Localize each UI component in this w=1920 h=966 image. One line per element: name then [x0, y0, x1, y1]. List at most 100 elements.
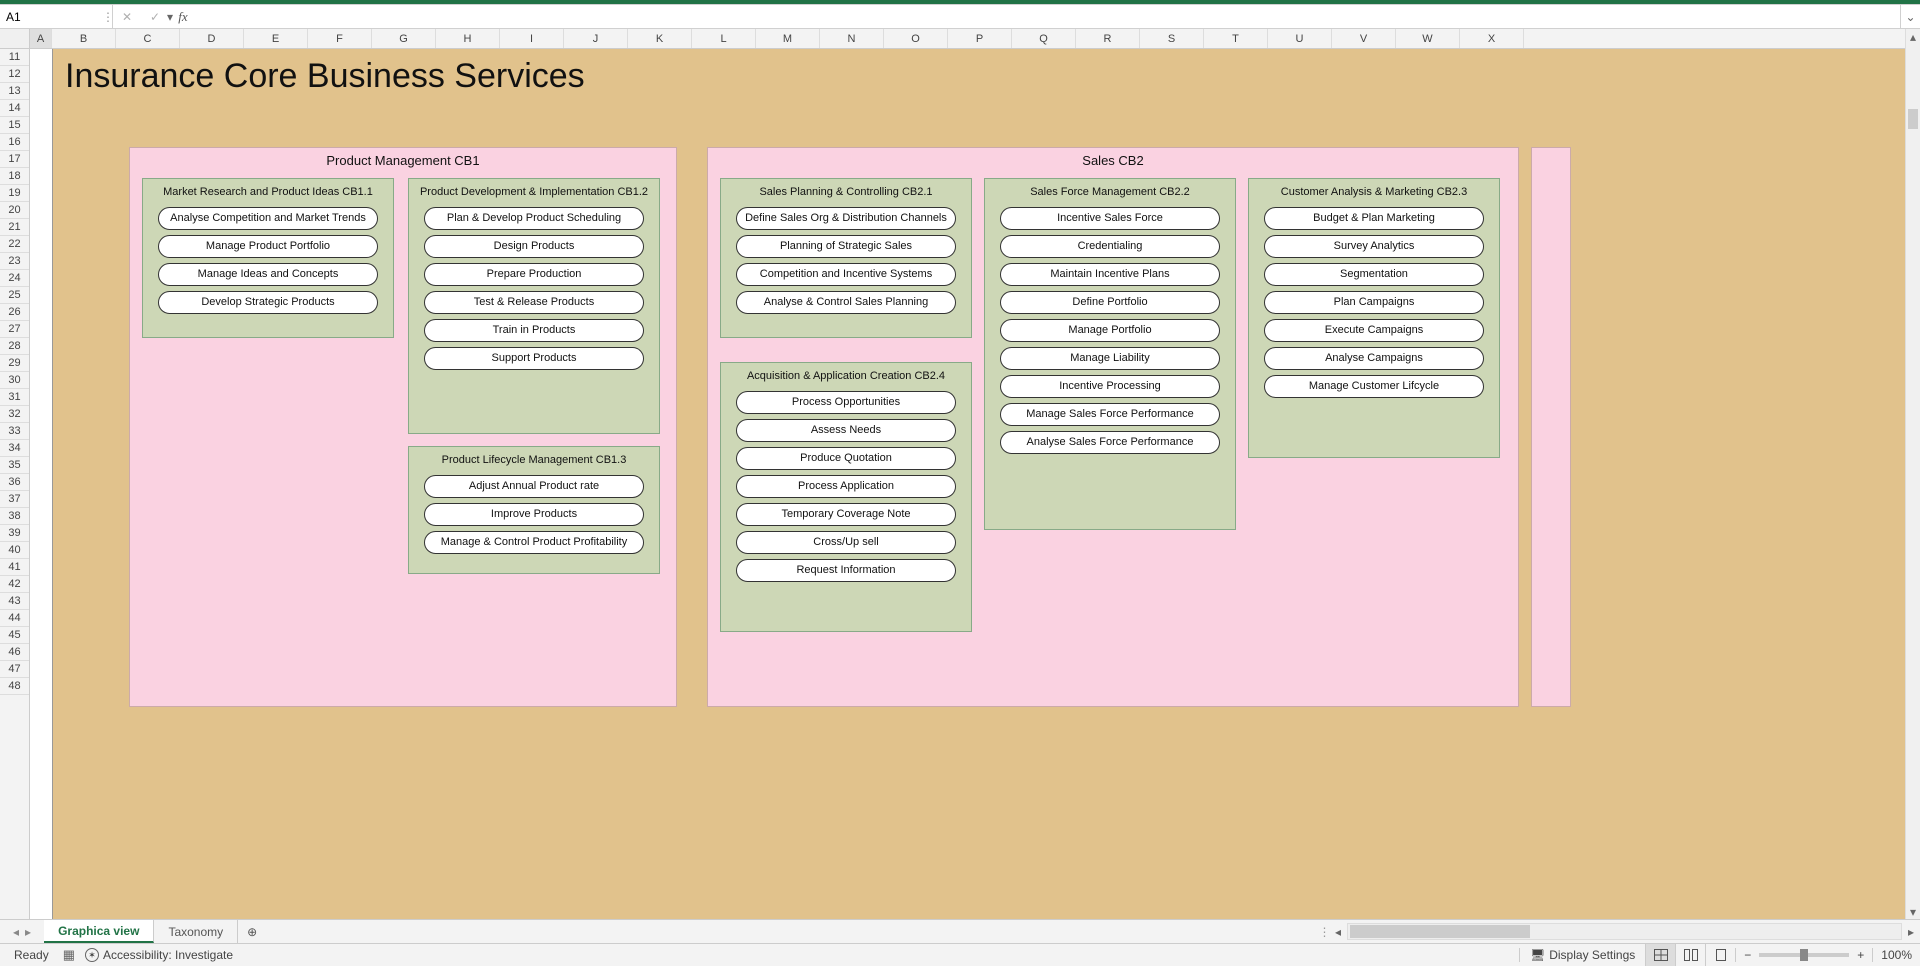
horizontal-scrollbar[interactable]: ⋮ ◂ ▸	[1320, 920, 1920, 943]
column-header-I[interactable]: I	[500, 29, 564, 48]
select-all-corner[interactable]	[0, 29, 30, 49]
sheet-canvas[interactable]: Insurance Core Business Services Product…	[30, 49, 1905, 919]
row-header-39[interactable]: 39	[0, 525, 29, 542]
row-header-45[interactable]: 45	[0, 627, 29, 644]
sheet-nav-buttons[interactable]: ◂▸	[0, 920, 44, 943]
row-header-30[interactable]: 30	[0, 372, 29, 389]
capability-pill[interactable]: Incentive Sales Force	[1000, 207, 1220, 230]
row-header-37[interactable]: 37	[0, 491, 29, 508]
row-header-46[interactable]: 46	[0, 644, 29, 661]
formula-bar-expand[interactable]: ⌄	[1900, 5, 1920, 28]
capability-pill[interactable]: Plan Campaigns	[1264, 291, 1484, 314]
zoom-control[interactable]: − +	[1735, 948, 1872, 962]
capability-pill[interactable]: Manage Sales Force Performance	[1000, 403, 1220, 426]
column-header-R[interactable]: R	[1076, 29, 1140, 48]
row-header-26[interactable]: 26	[0, 304, 29, 321]
capability-pill[interactable]: Prepare Production	[424, 263, 644, 286]
capability-pill[interactable]: Process Application	[736, 475, 956, 498]
column-header-H[interactable]: H	[436, 29, 500, 48]
row-header-22[interactable]: 22	[0, 236, 29, 253]
row-header-40[interactable]: 40	[0, 542, 29, 559]
row-header-33[interactable]: 33	[0, 423, 29, 440]
macro-recorder-icon[interactable]: ▦	[63, 947, 75, 963]
capability-pill[interactable]: Define Portfolio	[1000, 291, 1220, 314]
hscroll-thumb[interactable]	[1350, 925, 1530, 938]
row-header-34[interactable]: 34	[0, 440, 29, 457]
vertical-scrollbar[interactable]: ▴ ▾	[1905, 29, 1920, 919]
capability-pill[interactable]: Plan & Develop Product Scheduling	[424, 207, 644, 230]
capability-pill[interactable]: Credentialing	[1000, 235, 1220, 258]
capability-pill[interactable]: Cross/Up sell	[736, 531, 956, 554]
row-header-16[interactable]: 16	[0, 134, 29, 151]
capability-pill[interactable]: Analyse Competition and Market Trends	[158, 207, 378, 230]
capability-pill[interactable]: Train in Products	[424, 319, 644, 342]
sheet-tab-graphica-view[interactable]: Graphica view	[44, 920, 154, 943]
column-header-C[interactable]: C	[116, 29, 180, 48]
add-sheet-button[interactable]: ⊕	[238, 920, 266, 943]
row-header-28[interactable]: 28	[0, 338, 29, 355]
capability-pill[interactable]: Process Opportunities	[736, 391, 956, 414]
zoom-out-button[interactable]: −	[1744, 948, 1751, 962]
zoom-thumb[interactable]	[1800, 949, 1808, 961]
scroll-up-button[interactable]: ▴	[1906, 29, 1920, 44]
column-header-B[interactable]: B	[52, 29, 116, 48]
row-header-23[interactable]: 23	[0, 253, 29, 270]
column-header-Q[interactable]: Q	[1012, 29, 1076, 48]
capability-pill[interactable]: Test & Release Products	[424, 291, 644, 314]
column-header-V[interactable]: V	[1332, 29, 1396, 48]
capability-pill[interactable]: Design Products	[424, 235, 644, 258]
row-header-47[interactable]: 47	[0, 661, 29, 678]
column-header-O[interactable]: O	[884, 29, 948, 48]
zoom-in-button[interactable]: +	[1857, 948, 1864, 962]
capability-pill[interactable]: Budget & Plan Marketing	[1264, 207, 1484, 230]
row-header-18[interactable]: 18	[0, 168, 29, 185]
vscroll-thumb[interactable]	[1908, 109, 1918, 129]
view-page-layout-button[interactable]	[1675, 944, 1705, 966]
row-header-13[interactable]: 13	[0, 83, 29, 100]
capability-pill[interactable]: Competition and Incentive Systems	[736, 263, 956, 286]
row-header-21[interactable]: 21	[0, 219, 29, 236]
column-header-A[interactable]: A	[30, 29, 52, 48]
column-header-P[interactable]: P	[948, 29, 1012, 48]
capability-pill[interactable]: Planning of Strategic Sales	[736, 235, 956, 258]
capability-pill[interactable]: Manage Customer Lifcycle	[1264, 375, 1484, 398]
column-header-U[interactable]: U	[1268, 29, 1332, 48]
row-header-42[interactable]: 42	[0, 576, 29, 593]
row-header-36[interactable]: 36	[0, 474, 29, 491]
zoom-slider[interactable]	[1759, 953, 1849, 957]
capability-pill[interactable]: Assess Needs	[736, 419, 956, 442]
row-header-31[interactable]: 31	[0, 389, 29, 406]
view-page-break-button[interactable]	[1705, 944, 1735, 966]
row-header-35[interactable]: 35	[0, 457, 29, 474]
capability-pill[interactable]: Produce Quotation	[736, 447, 956, 470]
capability-pill[interactable]: Manage Product Portfolio	[158, 235, 378, 258]
row-header-27[interactable]: 27	[0, 321, 29, 338]
capability-pill[interactable]: Manage & Control Product Profitability	[424, 531, 644, 554]
row-header-17[interactable]: 17	[0, 151, 29, 168]
capability-pill[interactable]: Execute Campaigns	[1264, 319, 1484, 342]
column-header-F[interactable]: F	[308, 29, 372, 48]
capability-pill[interactable]: Segmentation	[1264, 263, 1484, 286]
capability-pill[interactable]: Manage Ideas and Concepts	[158, 263, 378, 286]
column-header-W[interactable]: W	[1396, 29, 1460, 48]
display-settings-button[interactable]: 🖥 Display Settings	[1519, 948, 1645, 962]
capability-pill[interactable]: Improve Products	[424, 503, 644, 526]
row-header-15[interactable]: 15	[0, 117, 29, 134]
column-headers[interactable]: ABCDEFGHIJKLMNOPQRSTUVWX	[30, 29, 1905, 49]
row-header-48[interactable]: 48	[0, 678, 29, 695]
capability-pill[interactable]: Incentive Processing	[1000, 375, 1220, 398]
row-header-43[interactable]: 43	[0, 593, 29, 610]
capability-pill[interactable]: Manage Liability	[1000, 347, 1220, 370]
capability-pill[interactable]: Analyse Sales Force Performance	[1000, 431, 1220, 454]
column-header-L[interactable]: L	[692, 29, 756, 48]
capability-pill[interactable]: Maintain Incentive Plans	[1000, 263, 1220, 286]
column-header-S[interactable]: S	[1140, 29, 1204, 48]
capability-pill[interactable]: Request Information	[736, 559, 956, 582]
capability-pill[interactable]: Develop Strategic Products	[158, 291, 378, 314]
capability-pill[interactable]: Survey Analytics	[1264, 235, 1484, 258]
capability-pill[interactable]: Adjust Annual Product rate	[424, 475, 644, 498]
row-header-12[interactable]: 12	[0, 66, 29, 83]
hscroll-split[interactable]: ⋮	[1320, 920, 1329, 943]
capability-pill[interactable]: Define Sales Org & Distribution Channels	[736, 207, 956, 230]
formula-input[interactable]	[197, 5, 1900, 28]
